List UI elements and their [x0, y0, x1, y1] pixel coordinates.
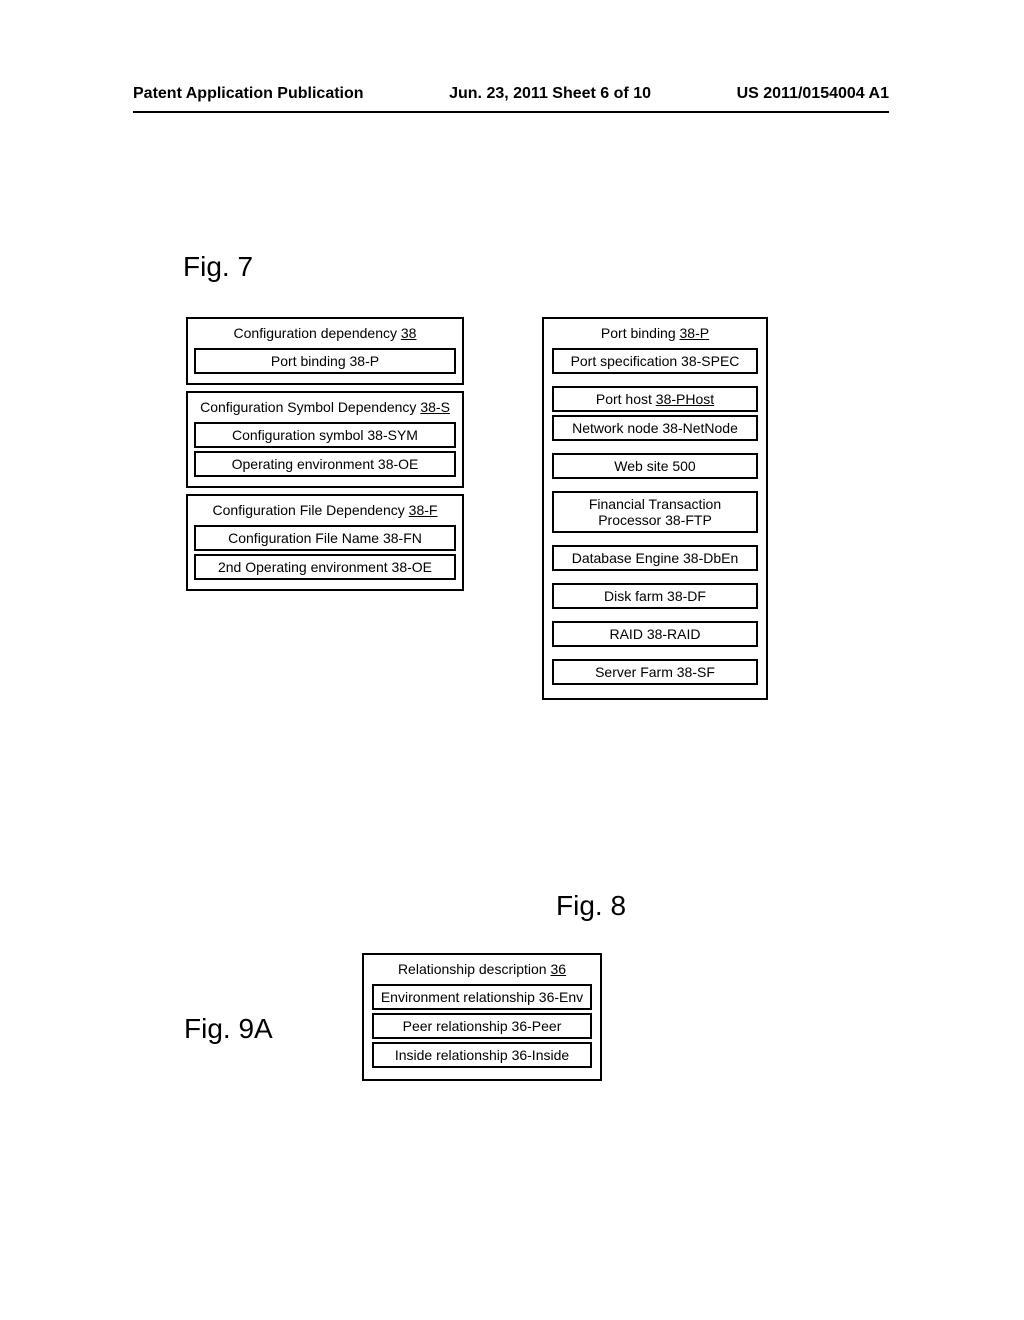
header-center: Jun. 23, 2011 Sheet 6 of 10	[449, 85, 651, 103]
operating-env-box: Operating environment 38-OE	[194, 451, 456, 477]
port-binding-title: Port binding 38-P	[552, 323, 758, 345]
web-site-box: Web site 500	[552, 453, 758, 479]
peer-relationship-box: Peer relationship 36-Peer	[372, 1013, 592, 1039]
disk-farm-box: Disk farm 38-DF	[552, 583, 758, 609]
config-symbol-box: Configuration symbol 38-SYM	[194, 422, 456, 448]
config-symbol-dependency-group: Configuration Symbol Dependency 38-S Con…	[186, 391, 464, 488]
port-host-box: Port host 38-PHost	[552, 386, 758, 412]
page-header: Patent Application Publication Jun. 23, …	[133, 0, 889, 113]
server-farm-box: Server Farm 38-SF	[552, 659, 758, 685]
port-binding-box: Port binding 38-P	[194, 348, 456, 374]
database-engine-box: Database Engine 38-DbEn	[552, 545, 758, 571]
fig8-label: Fig. 8	[556, 890, 626, 922]
config-dependency-group: Configuration dependency 38 Port binding…	[186, 317, 464, 385]
config-file-dependency-title: Configuration File Dependency 38-F	[194, 500, 456, 522]
network-node-box: Network node 38-NetNode	[552, 415, 758, 441]
fig8-diagram: Port binding 38-P Port specification 38-…	[542, 317, 768, 700]
config-file-name-box: Configuration File Name 38-FN	[194, 525, 456, 551]
fig9a-diagram: Relationship description 36 Environment …	[362, 953, 602, 1081]
environment-relationship-box: Environment relationship 36-Env	[372, 984, 592, 1010]
port-binding-group: Port binding 38-P Port specification 38-…	[542, 317, 768, 700]
financial-transaction-box: Financial Transaction Processor 38-FTP	[552, 491, 758, 533]
config-symbol-dependency-title: Configuration Symbol Dependency 38-S	[194, 397, 456, 419]
port-specification-box: Port specification 38-SPEC	[552, 348, 758, 374]
config-dependency-title: Configuration dependency 38	[194, 323, 456, 345]
header-left: Patent Application Publication	[133, 85, 364, 103]
raid-box: RAID 38-RAID	[552, 621, 758, 647]
second-operating-env-box: 2nd Operating environment 38-OE	[194, 554, 456, 580]
relationship-description-title: Relationship description 36	[372, 959, 592, 981]
inside-relationship-box: Inside relationship 36-Inside	[372, 1042, 592, 1068]
fig9a-label: Fig. 9A	[184, 1013, 273, 1045]
fig7-diagram: Configuration dependency 38 Port binding…	[186, 317, 464, 597]
config-file-dependency-group: Configuration File Dependency 38-F Confi…	[186, 494, 464, 591]
relationship-description-group: Relationship description 36 Environment …	[362, 953, 602, 1081]
fig7-label: Fig. 7	[183, 251, 253, 283]
header-right: US 2011/0154004 A1	[737, 85, 889, 103]
